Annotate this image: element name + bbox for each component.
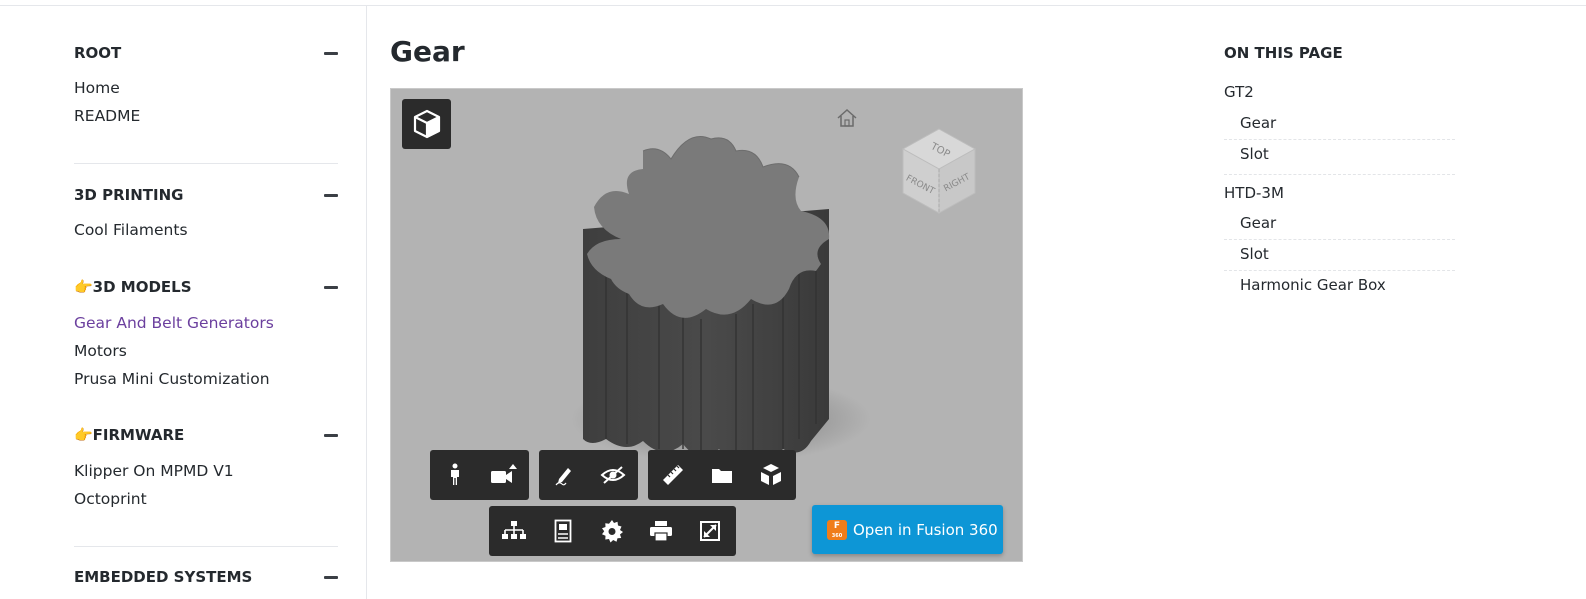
measure-button[interactable]	[648, 450, 697, 500]
sidebar-section-embedded-systems[interactable]: EMBEDDED SYSTEMS	[74, 566, 338, 588]
toc-title: ON THIS PAGE	[1224, 44, 1343, 62]
first-person-button[interactable]	[430, 450, 479, 500]
toc-item-gt2[interactable]: GT2	[1224, 81, 1254, 103]
explode-icon	[760, 464, 781, 485]
sidebar-section-3d-printing[interactable]: 3D PRINTING	[74, 184, 338, 206]
toc-item-gt2-slot[interactable]: Slot	[1240, 143, 1269, 165]
sidebar-item-motors[interactable]: Motors	[74, 340, 127, 362]
fusion-logo-sub: 360	[831, 532, 843, 539]
settings-toolgroup	[489, 506, 736, 556]
section-title: 👉3D MODELS	[74, 278, 192, 296]
inspect-toolgroup	[648, 450, 796, 500]
model-folder-button[interactable]	[697, 450, 746, 500]
section-title: 👉FIRMWARE	[74, 426, 185, 444]
sidebar-divider	[74, 546, 338, 547]
home-icon	[837, 108, 857, 127]
sidebar: ROOT Home README 3D PRINTING Cool Filame…	[0, 6, 367, 599]
sidebar-item-klipper-on-mpmd-v1[interactable]: Klipper On MPMD V1	[74, 460, 234, 482]
3d-model-viewer[interactable]: TOP FRONT RIGHT F 360 Open in Fusion 360	[390, 88, 1023, 562]
model-tree-button[interactable]	[489, 506, 538, 556]
sidebar-section-firmware[interactable]: 👉FIRMWARE	[74, 424, 338, 446]
sidebar-item-gear-and-belt-generators[interactable]: Gear And Belt Generators	[74, 312, 274, 334]
markup-button[interactable]	[539, 450, 588, 500]
camera-icon	[490, 464, 517, 483]
sidebar-item-home[interactable]: Home	[74, 77, 120, 99]
toc-item-htd-3m-gear[interactable]: Gear	[1240, 212, 1276, 234]
fusion-logo-icon: F 360	[827, 519, 847, 540]
fullscreen-button[interactable]	[685, 506, 734, 556]
sidebar-section-root[interactable]: ROOT	[74, 42, 338, 64]
toc-item-htd-3m-slot[interactable]: Slot	[1240, 243, 1269, 265]
toc-divider	[1224, 270, 1455, 271]
page-title: Gear	[390, 35, 465, 68]
explode-button[interactable]	[746, 450, 795, 500]
camera-button[interactable]	[479, 450, 528, 500]
ruler-icon	[662, 465, 683, 485]
pencil-icon	[555, 468, 571, 486]
view-cube[interactable]: TOP FRONT RIGHT	[897, 125, 981, 221]
fullscreen-icon	[699, 521, 720, 541]
toc-divider	[1224, 174, 1455, 175]
cube-icon	[413, 109, 440, 139]
settings-button[interactable]	[587, 506, 636, 556]
toc-divider	[1224, 239, 1455, 240]
model-browser-button[interactable]	[402, 99, 451, 149]
navigation-toolgroup	[430, 450, 529, 500]
toc-item-harmonic-gear-box[interactable]: Harmonic Gear Box	[1240, 274, 1386, 296]
settings-panel-icon	[554, 519, 571, 543]
collapse-icon[interactable]	[324, 286, 338, 289]
collapse-icon[interactable]	[324, 194, 338, 197]
hide-button[interactable]	[588, 450, 637, 500]
toc-item-htd-3m[interactable]: HTD-3M	[1224, 182, 1284, 204]
sidebar-divider	[74, 163, 338, 164]
section-title: ROOT	[74, 44, 122, 62]
markup-toolgroup	[539, 450, 638, 500]
open-in-fusion-label: Open in Fusion 360	[853, 520, 998, 539]
collapse-icon[interactable]	[324, 434, 338, 437]
section-title: EMBEDDED SYSTEMS	[74, 568, 253, 586]
print-icon	[649, 521, 672, 542]
collapse-icon[interactable]	[324, 576, 338, 579]
person-icon	[450, 463, 459, 485]
print-button[interactable]	[636, 506, 685, 556]
sidebar-item-octoprint[interactable]: Octoprint	[74, 488, 147, 510]
toc-divider	[1224, 139, 1455, 140]
collapse-icon[interactable]	[324, 52, 338, 55]
sidebar-item-cool-filaments[interactable]: Cool Filaments	[74, 219, 188, 241]
home-view-button[interactable]	[835, 107, 859, 129]
folder-icon	[711, 469, 732, 483]
toc-item-gt2-gear[interactable]: Gear	[1240, 112, 1276, 134]
sidebar-item-readme[interactable]: README	[74, 105, 140, 127]
sidebar-item-prusa-mini-customization[interactable]: Prusa Mini Customization	[74, 368, 270, 390]
sidebar-section-3d-models[interactable]: 👉3D MODELS	[74, 276, 338, 298]
open-in-fusion-button[interactable]: F 360 Open in Fusion 360	[812, 505, 1003, 554]
properties-button[interactable]	[538, 506, 587, 556]
hide-icon	[600, 466, 625, 484]
fusion-logo-letter: F	[833, 520, 841, 531]
section-title: 3D PRINTING	[74, 186, 184, 204]
tree-icon	[501, 521, 526, 539]
gear-icon	[601, 520, 623, 543]
